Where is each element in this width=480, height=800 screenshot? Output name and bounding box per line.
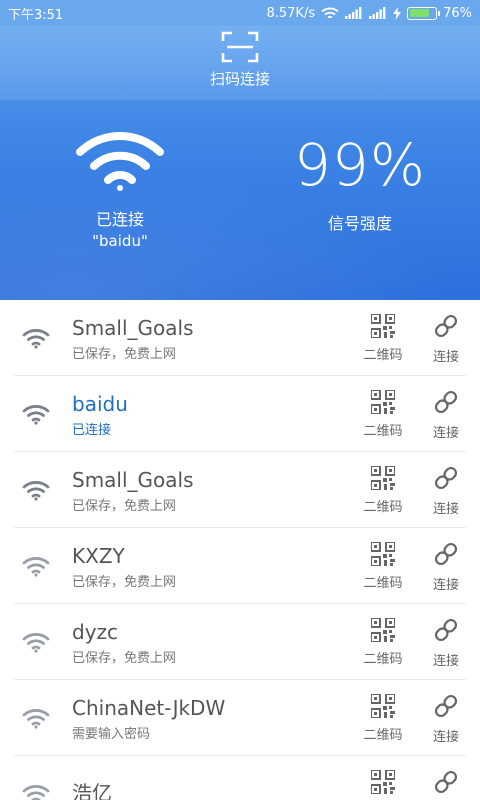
qr-code-button[interactable]: 二维码 bbox=[348, 616, 418, 667]
cell-signal-icon bbox=[345, 7, 362, 19]
connect-button[interactable]: 连接 bbox=[418, 768, 474, 800]
network-info: Small_Goals 已保存，免费上网 bbox=[72, 315, 348, 362]
network-status: 需要输入密码 bbox=[72, 726, 151, 742]
battery-icon bbox=[407, 6, 441, 20]
network-speed: 8.57K/s bbox=[266, 5, 316, 21]
qr-code-icon bbox=[370, 312, 396, 342]
connect-label: 连接 bbox=[432, 653, 459, 669]
network-info: Small_Goals 已保存，免费上网 bbox=[72, 467, 348, 514]
connect-button[interactable]: 连接 bbox=[418, 312, 474, 365]
status-icons: 8.57K/s 76% bbox=[266, 6, 472, 21]
qr-code-label: 二维码 bbox=[363, 575, 403, 591]
qr-code-button[interactable]: 二维码 bbox=[348, 312, 418, 363]
qr-code-icon bbox=[370, 616, 396, 646]
network-ssid: Small_Goals bbox=[72, 315, 194, 340]
network-row[interactable]: ChinaNet-JkDW 需要输入密码 二维码 连接 bbox=[0, 680, 480, 756]
scan-connect-button[interactable]: 扫码连接 bbox=[190, 30, 290, 94]
link-icon bbox=[432, 540, 460, 572]
link-icon bbox=[432, 692, 460, 724]
qr-code-icon bbox=[370, 692, 396, 722]
connect-label: 连接 bbox=[432, 501, 459, 517]
status-time: 下午3:51 bbox=[8, 7, 64, 23]
status-bar: 下午3:51 8.57K/s 76% bbox=[0, 0, 480, 26]
link-icon bbox=[432, 616, 460, 648]
signal-strength: 99% 信号强度 bbox=[290, 130, 430, 234]
qr-code-button[interactable]: 二维码 bbox=[348, 692, 418, 743]
connection-status: 已连接 "baidu" bbox=[60, 130, 180, 250]
network-info: 浩亿 bbox=[72, 780, 348, 800]
connect-button[interactable]: 连接 bbox=[418, 464, 474, 517]
wifi-status-icon bbox=[321, 7, 339, 18]
signal-percent: 99% bbox=[294, 131, 426, 199]
network-info: KXZY 已保存，免费上网 bbox=[72, 543, 348, 590]
wifi-signal-icon bbox=[0, 707, 72, 729]
scan-connect-label: 扫码连接 bbox=[209, 70, 270, 88]
qr-code-icon bbox=[370, 768, 396, 798]
scan-icon bbox=[221, 31, 259, 63]
signal-label: 信号强度 bbox=[327, 214, 392, 233]
network-status: 已连接 bbox=[72, 422, 112, 438]
network-info: baidu 已连接 bbox=[72, 391, 348, 438]
battery-percent: 76% bbox=[443, 5, 472, 21]
link-icon bbox=[432, 388, 460, 420]
network-info: dyzc 已保存，免费上网 bbox=[72, 619, 348, 666]
connect-label: 连接 bbox=[432, 349, 459, 365]
qr-code-label: 二维码 bbox=[363, 423, 403, 439]
network-row[interactable]: Small_Goals 已保存，免费上网 二维码 连接 bbox=[0, 452, 480, 528]
connected-label: 已连接 bbox=[95, 210, 144, 229]
network-row[interactable]: baidu 已连接 二维码 连接 bbox=[0, 376, 480, 452]
link-icon bbox=[432, 464, 460, 496]
connect-label: 连接 bbox=[432, 577, 459, 593]
network-row[interactable]: 浩亿 二维码 连接 bbox=[0, 756, 480, 800]
network-row[interactable]: KXZY 已保存，免费上网 二维码 连接 bbox=[0, 528, 480, 604]
header-hero: 下午3:51 8.57K/s 76% 扫码连接 已连接 "baidu" 99% … bbox=[0, 0, 480, 300]
link-icon bbox=[432, 312, 460, 344]
cell-signal-icon-2 bbox=[369, 7, 386, 19]
qr-code-icon bbox=[370, 388, 396, 418]
qr-code-label: 二维码 bbox=[363, 347, 403, 363]
qr-code-label: 二维码 bbox=[363, 727, 403, 743]
network-status: 已保存，免费上网 bbox=[72, 346, 177, 362]
wifi-signal-icon bbox=[0, 555, 72, 577]
qr-code-button[interactable]: 二维码 bbox=[348, 540, 418, 591]
network-ssid: dyzc bbox=[72, 619, 119, 644]
wifi-large-icon bbox=[76, 132, 164, 191]
connect-button[interactable]: 连接 bbox=[418, 540, 474, 593]
qr-code-button[interactable]: 二维码 bbox=[348, 464, 418, 515]
connect-button[interactable]: 连接 bbox=[418, 692, 474, 745]
wifi-signal-icon bbox=[0, 783, 72, 800]
wifi-signal-icon bbox=[0, 631, 72, 653]
network-row[interactable]: dyzc 已保存，免费上网 二维码 连接 bbox=[0, 604, 480, 680]
network-status: 已保存，免费上网 bbox=[72, 498, 177, 514]
network-ssid: Small_Goals bbox=[72, 467, 194, 492]
connected-ssid: "baidu" bbox=[92, 232, 148, 250]
qr-code-icon bbox=[370, 540, 396, 570]
network-ssid: KXZY bbox=[72, 543, 125, 568]
network-status: 已保存，免费上网 bbox=[72, 574, 177, 590]
connect-label: 连接 bbox=[432, 729, 459, 745]
wifi-signal-icon bbox=[0, 403, 72, 425]
qr-code-label: 二维码 bbox=[363, 651, 403, 667]
charging-icon bbox=[393, 6, 402, 20]
network-ssid: ChinaNet-JkDW bbox=[72, 695, 226, 720]
qr-code-button[interactable]: 二维码 bbox=[348, 768, 418, 800]
qr-code-icon bbox=[370, 464, 396, 494]
connect-button[interactable]: 连接 bbox=[418, 388, 474, 441]
wifi-signal-icon bbox=[0, 327, 72, 349]
network-ssid: baidu bbox=[72, 391, 128, 416]
wifi-signal-icon bbox=[0, 479, 72, 501]
connect-label: 连接 bbox=[432, 425, 459, 441]
network-info: ChinaNet-JkDW 需要输入密码 bbox=[72, 695, 348, 742]
network-status: 已保存，免费上网 bbox=[72, 650, 177, 666]
connect-button[interactable]: 连接 bbox=[418, 616, 474, 669]
network-list: Small_Goals 已保存，免费上网 二维码 连接 baidu 已连接 二维… bbox=[0, 300, 480, 800]
network-ssid: 浩亿 bbox=[72, 781, 112, 800]
link-icon bbox=[432, 768, 460, 800]
qr-code-button[interactable]: 二维码 bbox=[348, 388, 418, 439]
qr-code-label: 二维码 bbox=[363, 499, 403, 515]
battery-level bbox=[409, 9, 429, 17]
network-row[interactable]: Small_Goals 已保存，免费上网 二维码 连接 bbox=[0, 300, 480, 376]
